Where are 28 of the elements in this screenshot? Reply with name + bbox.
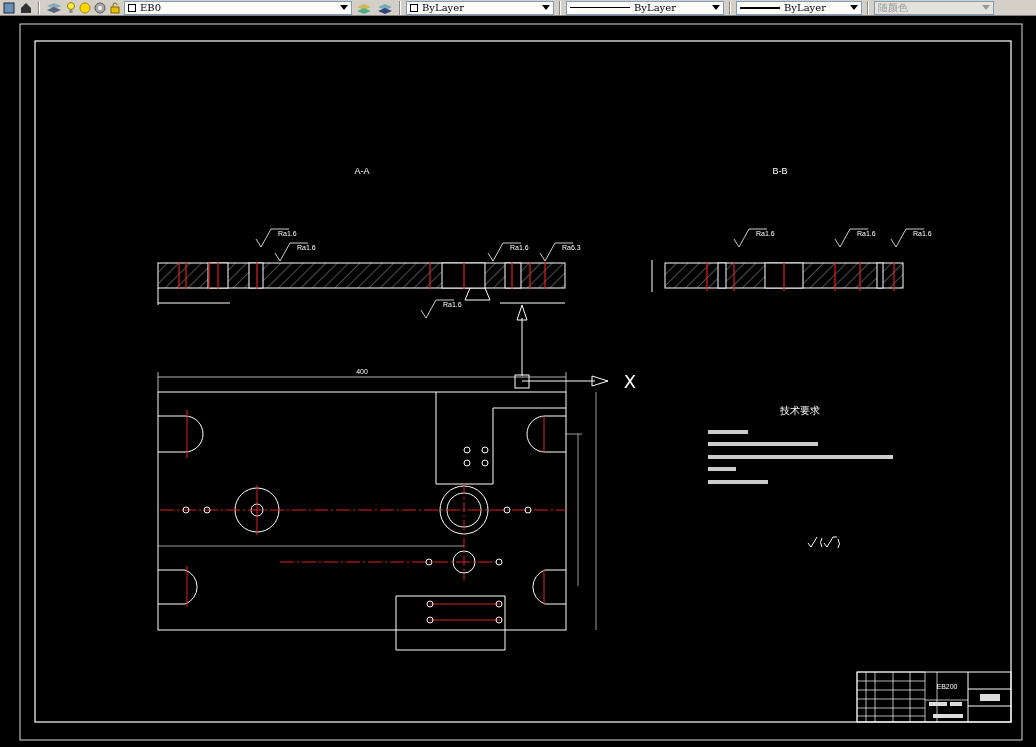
notes-title: 技术要求 bbox=[780, 405, 820, 416]
house-icon bbox=[20, 1, 32, 14]
lock-icon bbox=[109, 1, 121, 14]
color-dropdown[interactable]: ByLayer bbox=[406, 0, 554, 15]
layers-icon bbox=[356, 1, 372, 14]
dropdown-arrow-icon bbox=[982, 5, 990, 10]
toolbar-button[interactable] bbox=[19, 0, 33, 15]
grid-icon bbox=[3, 1, 15, 14]
lineweight-sample-icon bbox=[740, 6, 780, 9]
color-swatch-icon bbox=[128, 3, 136, 12]
layers-icon bbox=[377, 1, 393, 14]
linetype-sample-icon bbox=[570, 7, 630, 8]
layers-button[interactable] bbox=[45, 0, 63, 15]
sun-icon bbox=[79, 1, 91, 14]
linetype-dropdown[interactable]: ByLayer bbox=[566, 0, 724, 15]
color-swatch-icon bbox=[410, 3, 418, 12]
axis-label: X bbox=[623, 371, 637, 392]
section-label: B-B bbox=[772, 166, 788, 176]
dropdown-arrow-icon bbox=[850, 5, 858, 10]
toolbar-button[interactable] bbox=[2, 0, 16, 15]
lineweight-dropdown[interactable]: ByLayer bbox=[736, 0, 862, 15]
layers-icon bbox=[46, 1, 62, 14]
layer-dropdown[interactable]: EB0 bbox=[124, 0, 352, 15]
dropdown-arrow-icon bbox=[542, 5, 550, 10]
section-label: A-A bbox=[354, 166, 370, 176]
dropdown-arrow-icon bbox=[340, 5, 348, 10]
roughness-symbol-icon bbox=[807, 536, 840, 549]
dropdown-arrow-icon bbox=[712, 5, 720, 10]
